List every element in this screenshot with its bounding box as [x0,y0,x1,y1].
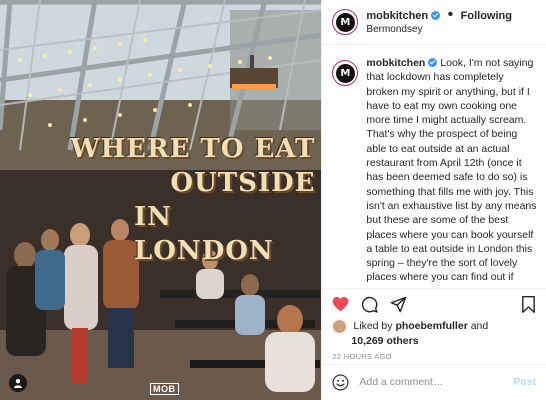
avatar-logo: M [335,12,355,32]
verified-badge-icon [431,10,441,20]
liked-by-user[interactable]: phoebemfuller [395,320,467,332]
caption-text-block: mobkitchen Look, I'm not saying that loc… [366,56,538,286]
liked-by-text: Liked by phoebemfuller and [353,320,488,333]
tagged-users-button[interactable] [9,374,27,392]
emoji-icon[interactable] [332,373,349,391]
separator-dot: • [447,5,454,23]
liked-by-prefix: Liked by [353,320,393,332]
comment-bar: Add a comment… Post [322,364,546,399]
image-headline: WHERE TO EAT OUTSIDE IN LONDON [0,132,321,268]
heart-icon[interactable] [332,296,349,312]
caption-username[interactable]: mobkitchen [366,57,425,69]
headline-line-2: OUTSIDE [170,168,316,198]
caption: M mobkitchen Look, I'm not saying that l… [332,56,538,286]
post-comment-button[interactable]: Post [513,376,536,388]
avatar[interactable]: M [332,9,359,35]
share-icon[interactable] [390,296,407,313]
post-header: M mobkitchen • Following Bermondsey [322,0,546,45]
liked-by: Liked by phoebemfuller and [322,319,546,334]
post-view: WHERE TO EAT OUTSIDE IN LONDON MOB M mob… [0,0,546,400]
actions-section: Liked by phoebemfuller and 10,269 others… [322,288,546,399]
caption-body: Look, I'm not saying that lockdown has c… [366,57,537,286]
comment-icon[interactable] [361,296,379,313]
header-username[interactable]: mobkitchen [366,10,428,22]
person-icon [14,379,22,388]
post-timestamp[interactable]: 22 HOURS AGO [322,348,546,361]
liker-avatar[interactable] [332,319,348,334]
caption-verified-badge-icon [428,58,438,67]
bookmark-icon[interactable] [521,295,536,313]
caption-avatar-logo: M [335,63,355,83]
action-icons [322,289,546,319]
post-side-panel: M mobkitchen • Following Bermondsey M mo… [321,0,546,400]
comment-input[interactable]: Add a comment… [359,376,513,388]
location-link[interactable]: Bermondsey [366,23,512,37]
liked-by-and: and [470,320,489,332]
following-button[interactable]: Following [461,10,512,22]
headline-line-3: IN LONDON [134,202,274,266]
post-image[interactable]: WHERE TO EAT OUTSIDE IN LONDON MOB [0,0,322,400]
caption-avatar[interactable]: M [332,60,359,86]
header-names: mobkitchen • Following Bermondsey [366,5,512,37]
mob-watermark: MOB [150,383,179,395]
likes-count[interactable]: 10,269 others [322,334,546,348]
headline-line-1: WHERE TO EAT [70,134,316,164]
